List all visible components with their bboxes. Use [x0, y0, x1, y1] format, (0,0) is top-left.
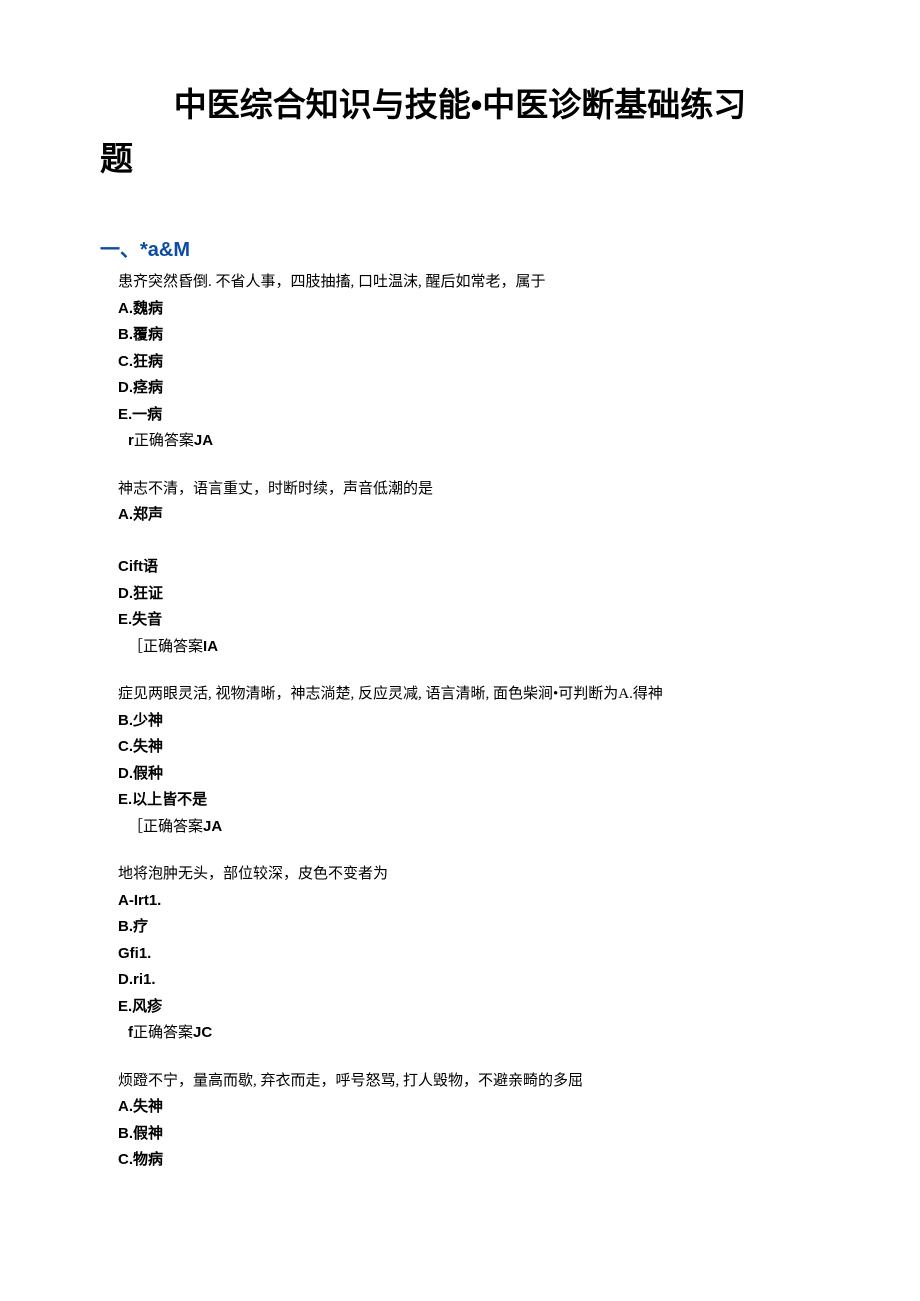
- question-stem: 神志不清，语言重丈，时断时续，声音低潮的是: [118, 477, 820, 503]
- answer-line: r正确答案JA: [118, 428, 820, 455]
- option-text: D.痉病: [118, 379, 163, 396]
- option-a: A.失神: [118, 1094, 820, 1121]
- option-text: B.覆病: [118, 326, 163, 343]
- option-text: B.假神: [118, 1125, 163, 1142]
- answer-mid: 正确答案: [133, 1025, 193, 1041]
- option-text: E.风疹: [118, 998, 162, 1015]
- option-text: Gfi1.: [118, 945, 151, 962]
- option-b: B.疗: [118, 914, 820, 941]
- option-b: B.假神: [118, 1121, 820, 1148]
- section-header: 一、*a&M: [100, 233, 820, 262]
- option-e: E.失音: [118, 607, 820, 634]
- option-d: D.ri1.: [118, 967, 820, 994]
- answer-prefix: ［: [128, 819, 143, 835]
- option-text: D.狂证: [118, 585, 163, 602]
- option-text: D.ri1.: [118, 971, 156, 988]
- option-text: B.疗: [118, 918, 148, 935]
- option-text: E.以上皆不是: [118, 791, 207, 808]
- option-text: C.失神: [118, 738, 163, 755]
- answer-suffix: IA: [203, 638, 218, 655]
- question-block: 患齐突然昏倒. 不省人事，四肢抽搐, 口吐温沫, 醒后如常老，属于 A.魏病 B…: [100, 270, 820, 455]
- answer-mid: 正确答案: [134, 433, 194, 449]
- option-text: B.少神: [118, 712, 163, 729]
- option-text: A.魏病: [118, 300, 163, 317]
- question-block: 地将泡肿无头，部位较深，皮色不变者为 A-Irt1. B.疗 Gfi1. D.r…: [100, 862, 820, 1047]
- question-block: 神志不清，语言重丈，时断时续，声音低潮的是 A.郑声 Cift语 D.狂证 E.…: [100, 477, 820, 661]
- answer-line: f正确答案JC: [118, 1020, 820, 1047]
- question-stem: 症见两眼灵活, 视物清晰，神志淌楚, 反应灵减, 语言清晰, 面色柴涧•可判断为…: [118, 682, 820, 708]
- answer-prefix: ［: [128, 639, 143, 655]
- stem-text: 症见两眼灵活, 视物清晰，神志淌楚, 反应灵减, 语言清晰, 面色柴涧•可判断为…: [118, 686, 663, 702]
- option-text: E.失音: [118, 611, 162, 628]
- question-block: 烦蹬不宁，量高而歇, 弃衣而走，呼号怒骂, 打人毁物，不避亲畸的多屈 A.失神 …: [100, 1069, 820, 1174]
- answer-mid: 正确答案: [143, 639, 203, 655]
- title-line-2: 题: [100, 134, 820, 184]
- question-stem: 患齐突然昏倒. 不省人事，四肢抽搐, 口吐温沫, 醒后如常老，属于: [118, 270, 820, 296]
- document-page: 中医综合知识与技能•中医诊断基础练习 题 一、*a&M 患齐突然昏倒. 不省人事…: [0, 0, 920, 1234]
- option-text: A.失神: [118, 1098, 163, 1115]
- option-a: A.郑声: [118, 502, 820, 529]
- title-block: 中医综合知识与技能•中医诊断基础练习 题: [100, 80, 820, 183]
- option-text: D.假种: [118, 765, 163, 782]
- question-block: 症见两眼灵活, 视物清晰，神志淌楚, 反应灵减, 语言清晰, 面色柴涧•可判断为…: [100, 682, 820, 840]
- answer-line: ［正确答案JA: [118, 814, 820, 841]
- option-c: C.失神: [118, 734, 820, 761]
- option-a: A-Irt1.: [118, 888, 820, 915]
- option-text: A-Irt1.: [118, 892, 161, 909]
- option-d: D.痉病: [118, 375, 820, 402]
- option-d: D.狂证: [118, 581, 820, 608]
- option-a: A.魏病: [118, 296, 820, 323]
- option-text: E.一病: [118, 406, 162, 423]
- option-d: D.假种: [118, 761, 820, 788]
- option-blank: [118, 529, 820, 555]
- option-c: Cift语: [118, 554, 820, 581]
- answer-line: ［正确答案IA: [118, 634, 820, 661]
- option-c: Gfi1.: [118, 941, 820, 968]
- option-e: E.以上皆不是: [118, 787, 820, 814]
- answer-suffix: JA: [203, 818, 222, 835]
- question-stem: 地将泡肿无头，部位较深，皮色不变者为: [118, 862, 820, 888]
- question-stem: 烦蹬不宁，量高而歇, 弃衣而走，呼号怒骂, 打人毁物，不避亲畸的多屈: [118, 1069, 820, 1095]
- answer-suffix: JA: [194, 432, 213, 449]
- option-e: E.风疹: [118, 994, 820, 1021]
- option-b: B.覆病: [118, 322, 820, 349]
- option-c: C.狂病: [118, 349, 820, 376]
- option-e: E.一病: [118, 402, 820, 429]
- option-text: C.物病: [118, 1151, 163, 1168]
- title-line-1: 中医综合知识与技能•中医诊断基础练习: [100, 80, 820, 130]
- option-text: Cift语: [118, 558, 158, 575]
- option-b: B.少神: [118, 708, 820, 735]
- answer-mid: 正确答案: [143, 819, 203, 835]
- option-text: C.狂病: [118, 353, 163, 370]
- answer-suffix: JC: [193, 1024, 212, 1041]
- option-c: C.物病: [118, 1147, 820, 1174]
- option-text: A.郑声: [118, 506, 163, 523]
